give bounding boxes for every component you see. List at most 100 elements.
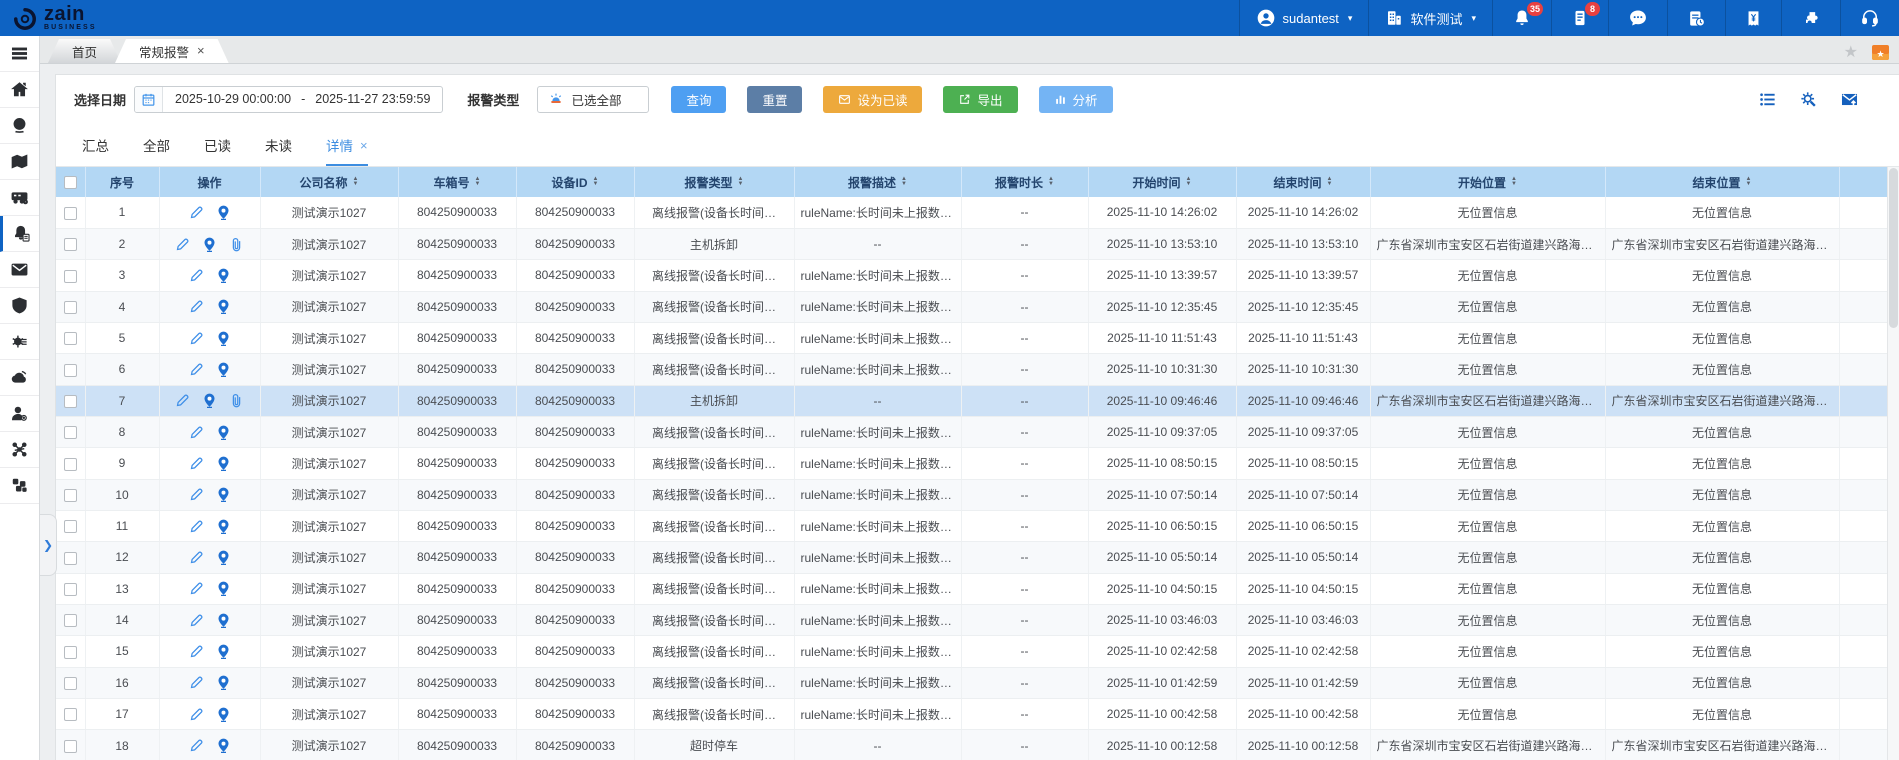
table-row[interactable]: 11测试演示1027804250900033804250900033离线报警(设… (56, 510, 1899, 541)
edit-icon[interactable] (189, 487, 204, 502)
window-tab-regular-alarm[interactable]: 常规报警× (115, 39, 229, 63)
user-menu[interactable]: sudantest ▾ (1239, 0, 1369, 36)
row-checkbox[interactable] (64, 708, 77, 721)
close-tab-icon[interactable]: × (197, 45, 205, 57)
date-range-input[interactable]: 2025-10-29 00:00:00 - 2025-11-27 23:59:5… (134, 86, 443, 113)
edit-icon[interactable] (189, 362, 204, 377)
col-header-duration[interactable]: 报警时长▲▼ (961, 167, 1088, 197)
edit-icon[interactable] (189, 268, 204, 283)
edit-icon[interactable] (189, 550, 204, 565)
locate-icon[interactable] (216, 425, 231, 440)
table-row[interactable]: 1测试演示1027804250900033804250900033离线报警(设备… (56, 197, 1899, 228)
col-header-desc[interactable]: 报警描述▲▼ (794, 167, 961, 197)
row-checkbox[interactable] (64, 332, 77, 345)
col-header-device[interactable]: 设备ID▲▼ (516, 167, 634, 197)
col-header-end[interactable]: 结束时间▲▼ (1236, 167, 1370, 197)
sort-arrows-icon[interactable]: ▲▼ (1048, 177, 1054, 187)
subtab-unread[interactable]: 未读 (265, 135, 292, 166)
sidebar-item-plugins[interactable] (0, 468, 39, 504)
locate-icon[interactable] (216, 299, 231, 314)
edit-icon[interactable] (189, 675, 204, 690)
sidebar-menu-toggle[interactable] (0, 36, 39, 72)
row-checkbox[interactable] (64, 207, 77, 220)
sidebar-item-home[interactable] (0, 72, 39, 108)
col-header-company[interactable]: 公司名称▲▼ (260, 167, 398, 197)
messages-button[interactable] (1608, 0, 1667, 36)
schedule-button[interactable]: 8 (1551, 0, 1608, 36)
sidebar-item-vehicle[interactable] (0, 180, 39, 216)
col-header-startloc[interactable]: 开始位置▲▼ (1370, 167, 1605, 197)
row-checkbox[interactable] (64, 395, 77, 408)
edit-icon[interactable] (189, 331, 204, 346)
table-row[interactable]: 3测试演示1027804250900033804250900033离线报警(设备… (56, 260, 1899, 291)
table-row[interactable]: 13测试演示1027804250900033804250900033离线报警(设… (56, 573, 1899, 604)
sidebar-item-security[interactable] (0, 288, 39, 324)
support-button[interactable] (1840, 0, 1899, 36)
sort-arrows-icon[interactable]: ▲▼ (901, 177, 907, 187)
row-checkbox[interactable] (64, 646, 77, 659)
locate-icon[interactable] (216, 456, 231, 471)
row-checkbox[interactable] (64, 740, 77, 753)
edit-icon[interactable] (189, 581, 204, 596)
locate-icon[interactable] (216, 738, 231, 753)
edit-icon[interactable] (189, 205, 204, 220)
table-row[interactable]: 10测试演示1027804250900033804250900033离线报警(设… (56, 479, 1899, 510)
apps-button[interactable] (1781, 0, 1840, 36)
locate-icon[interactable] (216, 487, 231, 502)
locate-icon[interactable] (216, 362, 231, 377)
row-checkbox[interactable] (64, 520, 77, 533)
mail-export-icon[interactable] (1840, 90, 1859, 109)
edit-icon[interactable] (189, 299, 204, 314)
subtab-detail[interactable]: 详情× (326, 135, 368, 166)
table-row[interactable]: 6测试演示1027804250900033804250900033离线报警(设备… (56, 354, 1899, 385)
row-checkbox[interactable] (64, 489, 77, 502)
window-tab-home[interactable]: 首页 (48, 39, 121, 63)
org-menu[interactable]: 软件测试 ▾ (1368, 0, 1492, 36)
table-row[interactable]: 16测试演示1027804250900033804250900033离线报警(设… (56, 667, 1899, 698)
row-checkbox[interactable] (64, 301, 77, 314)
favorites-folder-icon[interactable]: ★ (1872, 45, 1889, 60)
table-row[interactable]: 17测试演示1027804250900033804250900033离线报警(设… (56, 699, 1899, 730)
sort-arrows-icon[interactable]: ▲▼ (475, 177, 481, 187)
sort-arrows-icon[interactable]: ▲▼ (353, 177, 359, 187)
locate-icon[interactable] (216, 644, 231, 659)
row-checkbox[interactable] (64, 426, 77, 439)
export-button[interactable]: 导出 (943, 86, 1017, 113)
table-row[interactable]: 12测试演示1027804250900033804250900033离线报警(设… (56, 542, 1899, 573)
col-header-plate[interactable]: 车箱号▲▼ (398, 167, 516, 197)
table-row[interactable]: 14测试演示1027804250900033804250900033离线报警(设… (56, 604, 1899, 635)
query-button[interactable]: 查询 (671, 86, 726, 113)
analyze-button[interactable]: 分析 (1039, 86, 1113, 113)
table-row[interactable]: 5测试演示1027804250900033804250900033离线报警(设备… (56, 322, 1899, 353)
locate-icon[interactable] (216, 581, 231, 596)
table-row[interactable]: 15测试演示1027804250900033804250900033离线报警(设… (56, 636, 1899, 667)
locate-icon[interactable] (216, 268, 231, 283)
billing-button[interactable] (1725, 0, 1781, 36)
col-header-endloc[interactable]: 结束位置▲▼ (1605, 167, 1839, 197)
locate-icon[interactable] (202, 237, 217, 252)
task-log-button[interactable] (1667, 0, 1725, 36)
subtab-summary[interactable]: 汇总 (82, 135, 109, 166)
edit-icon[interactable] (189, 707, 204, 722)
row-checkbox[interactable] (64, 552, 77, 565)
edit-icon[interactable] (189, 425, 204, 440)
locate-icon[interactable] (216, 519, 231, 534)
table-row[interactable]: 8测试演示1027804250900033804250900033离线报警(设备… (56, 416, 1899, 447)
edit-icon[interactable] (189, 738, 204, 753)
table-row[interactable]: 4测试演示1027804250900033804250900033离线报警(设备… (56, 291, 1899, 322)
sort-arrows-icon[interactable]: ▲▼ (1327, 177, 1333, 187)
table-row[interactable]: 9测试演示1027804250900033804250900033离线报警(设备… (56, 448, 1899, 479)
table-row[interactable]: 2测试演示1027804250900033804250900033主机拆卸---… (56, 228, 1899, 259)
attach-icon[interactable] (229, 393, 244, 408)
scrollbar-thumb[interactable] (1889, 168, 1898, 328)
list-view-icon[interactable] (1758, 90, 1777, 109)
sidebar-item-users[interactable] (0, 396, 39, 432)
locate-icon[interactable] (216, 331, 231, 346)
col-header-start[interactable]: 开始时间▲▼ (1088, 167, 1236, 197)
alarm-type-select[interactable]: 已选全部 (537, 86, 649, 113)
table-row[interactable]: 18测试演示1027804250900033804250900033超时停车--… (56, 730, 1899, 760)
row-checkbox[interactable] (64, 583, 77, 596)
row-checkbox[interactable] (64, 270, 77, 283)
locate-icon[interactable] (216, 550, 231, 565)
sort-arrows-icon[interactable]: ▲▼ (1186, 177, 1192, 187)
